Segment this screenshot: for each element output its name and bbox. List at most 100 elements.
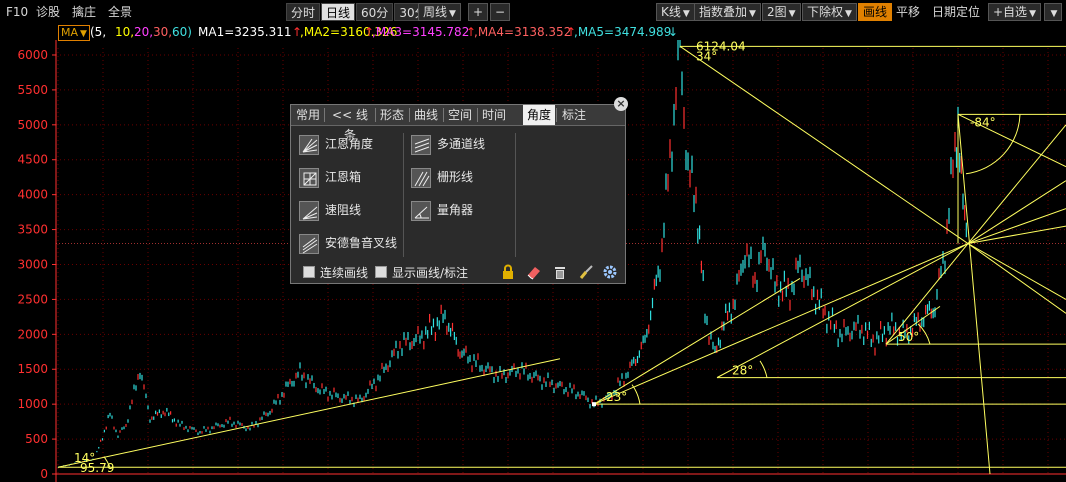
caret-down-icon: ▼ <box>449 9 456 19</box>
zoom-in-button[interactable]: + <box>468 3 488 21</box>
ma-param-20: 20, <box>134 25 154 39</box>
angle-label: 50° <box>898 330 919 344</box>
watchlist-label: +自选 <box>993 5 1028 19</box>
tool-label: 江恩角度 <box>325 137 374 151</box>
tab-annotation[interactable]: 标注 <box>559 105 589 125</box>
tab-curves[interactable]: 曲线 <box>411 105 441 125</box>
fullview-button[interactable]: 全景 <box>108 4 132 20</box>
angle-label: -84° <box>970 115 996 129</box>
gear-icon[interactable] <box>602 264 618 280</box>
caret-down-icon: ▼ <box>1050 9 1058 19</box>
y-tick-label: 3000 <box>17 257 48 271</box>
protractor-icon <box>411 200 431 221</box>
ma5-value: ,MA5=3474.989 <box>574 25 672 39</box>
angle-label: 14° <box>74 451 95 465</box>
qinzhuang-button[interactable]: 擒庄 <box>72 4 96 20</box>
y-tick-label: 6000 <box>17 48 48 62</box>
caret-down-icon: ▼ <box>788 9 796 19</box>
kline-label: K线 <box>661 5 681 19</box>
period-selector: 分时 日线 60分 30分 <box>286 3 433 21</box>
caret-down-icon: ▼ <box>80 29 87 39</box>
close-icon[interactable]: × <box>614 97 628 111</box>
caret-down-icon: ▼ <box>749 9 756 19</box>
y-tick-label: 1500 <box>17 362 48 376</box>
diagnose-button[interactable]: 诊股 <box>36 4 60 20</box>
index-overlay-dropdown[interactable]: 指数叠加 ▼ <box>694 3 761 21</box>
more-dropdown[interactable]: ▼ <box>1044 3 1062 21</box>
ma-param-30: 30, <box>153 25 173 39</box>
pan-button[interactable]: 平移 <box>896 4 920 20</box>
drawn-line <box>57 358 561 468</box>
tab-lines[interactable]: << 线条 <box>327 105 373 142</box>
angle-label: 28° <box>732 364 753 378</box>
drawn-line <box>716 243 969 379</box>
draw-button[interactable]: 画线 <box>858 3 893 21</box>
tool-grid-lines[interactable]: 栅形线 <box>411 165 473 189</box>
adjust-dropdown[interactable]: 下除权 ▼ <box>802 3 857 21</box>
gann-box-icon <box>299 167 319 188</box>
zoom-out-button[interactable]: − <box>490 3 510 21</box>
kline-dropdown[interactable]: K线 ▼ <box>656 3 695 21</box>
tool-multi-channel[interactable]: 多通道线 <box>411 132 485 156</box>
eraser-icon[interactable] <box>526 264 542 280</box>
lock-icon[interactable] <box>500 264 516 280</box>
adjust-label: 下除权 <box>807 5 844 19</box>
tab-angle[interactable]: 角度 <box>523 105 555 125</box>
tool-speed-resistance[interactable]: 速阻线 <box>299 198 361 222</box>
caret-down-icon: ▼ <box>845 9 852 19</box>
trash-icon[interactable] <box>552 264 568 280</box>
tab-time[interactable]: 时间 <box>479 105 509 125</box>
tab-common[interactable]: 常用 <box>293 105 323 125</box>
drawn-line <box>593 243 969 405</box>
caret-down-icon: ▼ <box>682 9 690 19</box>
y-tick-label: 0 <box>40 467 48 481</box>
checkbox-label: 显示画线/标注 <box>392 266 469 280</box>
multi-channel-icon <box>411 134 431 155</box>
tool-label: 量角器 <box>437 203 474 217</box>
pitchfork-icon <box>299 233 319 254</box>
drawn-line <box>967 225 1066 245</box>
drawing-tabs: 常用 << 线条 形态 曲线 空间 时间 角度 标注 <box>291 105 625 142</box>
ma-param-10: 10, <box>115 25 135 39</box>
tab-patterns[interactable]: 形态 <box>377 105 407 125</box>
y-tick-label: 500 <box>25 432 48 446</box>
date-locate-button[interactable]: 日期定位 <box>932 4 980 20</box>
top-toolbar: F10 诊股 擒庄 全景 分时 日线 60分 30分 周线 ▼ + − K线 ▼ 指数叠加… <box>0 0 1066 24</box>
speed-line-icon <box>299 200 319 221</box>
tab-space[interactable]: 空间 <box>445 105 475 125</box>
ma5-down-arrow-icon: ↓ <box>668 25 679 39</box>
y-tick-label: 5500 <box>17 83 48 97</box>
drawn-line <box>593 278 801 405</box>
ma-selector[interactable]: MA ▼ <box>58 25 90 41</box>
tool-label: 速阻线 <box>325 203 362 217</box>
drawing-tools-panel: 常用 << 线条 形态 曲线 空间 时间 角度 标注 江恩角度 江恩箱 速阻线 … <box>290 104 626 284</box>
tool-label: 安德鲁音叉线 <box>325 236 398 250</box>
y-tick-label: 2000 <box>17 327 48 341</box>
ma-param-5: (5, <box>90 25 107 39</box>
index-overlay-label: 指数叠加 <box>699 5 748 19</box>
tool-gann-angle[interactable]: 江恩角度 <box>299 132 373 156</box>
brush-icon[interactable] <box>578 264 594 280</box>
y-tick-label: 5000 <box>17 118 48 132</box>
period-intraday[interactable]: 分时 <box>286 3 321 21</box>
ma1-value: MA1=3235.311 <box>198 25 292 39</box>
period-daily[interactable]: 日线 <box>321 3 356 21</box>
tool-andrews-pitchfork[interactable]: 安德鲁音叉线 <box>299 231 397 255</box>
two-charts-dropdown[interactable]: 2图 ▼ <box>762 3 801 21</box>
anchor-point <box>592 402 596 407</box>
show-drawings-checkbox[interactable]: 显示画线/标注 <box>375 265 468 281</box>
tool-gann-box[interactable]: 江恩箱 <box>299 165 361 189</box>
tool-label: 多通道线 <box>437 137 486 151</box>
angle-label: 23° <box>606 390 627 404</box>
tool-protractor[interactable]: 量角器 <box>411 198 473 222</box>
continuous-drawing-checkbox[interactable]: 连续画线 <box>303 265 368 281</box>
watchlist-dropdown[interactable]: +自选 ▼ <box>988 3 1041 21</box>
period-60min[interactable]: 60分 <box>356 3 394 21</box>
angle-arc <box>759 360 768 378</box>
ma3-value: ,MA3=3145.782 <box>372 25 470 39</box>
drawn-line <box>967 243 1066 314</box>
ma4-value: ,MA4=3138.352 <box>474 25 572 39</box>
f10-button[interactable]: F10 <box>6 4 28 20</box>
drawn-line <box>967 180 1066 244</box>
weekly-dropdown[interactable]: 周线 ▼ <box>418 3 461 21</box>
